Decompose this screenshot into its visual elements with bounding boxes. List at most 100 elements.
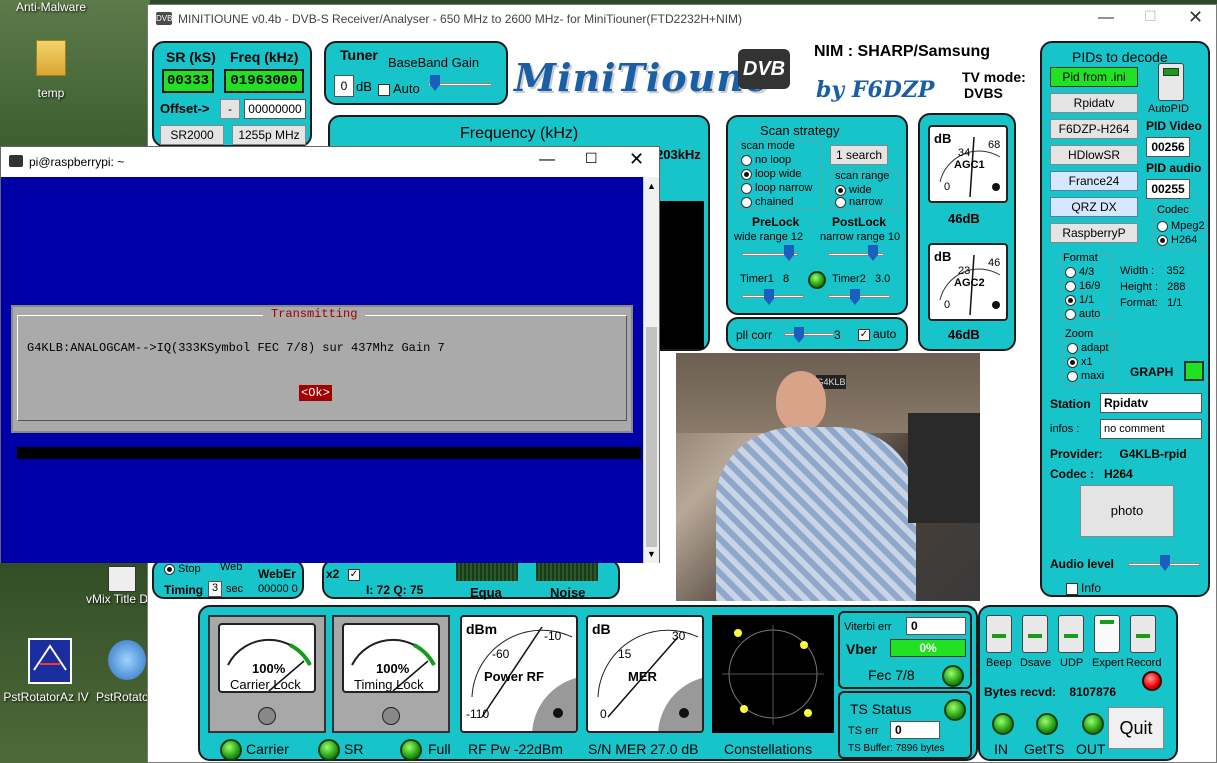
x2-checkbox[interactable]: ✓ (348, 567, 363, 581)
photo-button[interactable]: photo (1080, 485, 1174, 537)
timer1-thumb[interactable] (764, 289, 774, 305)
wide-range-thumb[interactable] (784, 245, 794, 261)
format-auto[interactable]: auto (1065, 308, 1100, 320)
timing-pct: 100% (376, 661, 410, 676)
desktop-icon-vmix-label[interactable]: vMix Title Designer (86, 592, 150, 606)
scan-mode-no-loop[interactable]: no loop (741, 154, 791, 166)
power-tick-m110: -110 (466, 707, 490, 721)
close-icon[interactable]: ✕ (1188, 7, 1203, 28)
folder-icon[interactable] (36, 40, 66, 76)
scan-strategy-panel: Scan strategy scan mode no loop loop wid… (726, 115, 908, 315)
station-label: Station (1050, 397, 1091, 411)
scan-mode-loop-narrow[interactable]: loop narrow (741, 182, 812, 194)
autopid-toggle[interactable] (1158, 63, 1184, 101)
iq-values: I: 72 Q: 75 (366, 583, 424, 597)
scroll-down-icon[interactable]: ▼ (647, 549, 656, 559)
udp-toggle[interactable] (1058, 615, 1084, 653)
stop-radio[interactable]: Stop (164, 563, 201, 575)
postlock-label: PostLock (832, 215, 887, 229)
scroll-up-icon[interactable]: ▲ (647, 181, 656, 191)
scroll-thumb[interactable] (646, 327, 657, 547)
desktop-label-antimalware: Anti-Malware (16, 0, 87, 14)
ok-button[interactable]: <Ok> (299, 385, 332, 401)
codec-h264[interactable]: H264 (1157, 234, 1197, 246)
narrow-range-thumb[interactable] (868, 245, 878, 261)
info-checkbox[interactable]: Info (1066, 581, 1101, 595)
pstrotator-icon[interactable] (28, 638, 72, 684)
pid-qrzdx-button[interactable]: QRZ DX (1050, 197, 1138, 217)
vmix-icon[interactable] (108, 566, 136, 592)
record-toggle[interactable] (1130, 615, 1156, 653)
terminal-close-icon[interactable]: ✕ (629, 149, 644, 170)
mer-tick-30: 30 (672, 629, 686, 643)
format-43[interactable]: 4/3 (1065, 266, 1094, 278)
equa-graph (456, 563, 518, 581)
timer2-thumb[interactable] (850, 289, 860, 305)
terminal-body[interactable]: Transmitting G4KLB:ANALOGCAM-->IQ(333KSy… (1, 177, 643, 563)
scan-range-wide[interactable]: wide (835, 184, 872, 196)
wide-range-label: wide range 12 (734, 231, 804, 243)
station-input[interactable]: Rpidatv (1100, 393, 1202, 413)
scan-mode-loop-wide[interactable]: loop wide (741, 168, 801, 180)
satellite-dish-icon[interactable] (108, 640, 146, 680)
infos-input[interactable]: no comment (1100, 419, 1202, 439)
format-11[interactable]: 1/1 (1065, 294, 1094, 306)
audio-level-label: Audio level (1050, 557, 1115, 571)
timing-label: Timing (164, 583, 204, 597)
format-169[interactable]: 16/9 (1065, 280, 1100, 292)
codec-mpeg2[interactable]: Mpeg2 (1157, 220, 1205, 232)
timing-input[interactable]: 3 (208, 581, 222, 597)
beep-toggle[interactable] (986, 615, 1012, 653)
scan-mode-chained[interactable]: chained (741, 196, 794, 208)
terminal-scrollbar[interactable]: ▲ ▼ (643, 177, 659, 563)
pll-auto-checkbox[interactable]: ✓ auto (858, 327, 896, 341)
zoom-adapt[interactable]: adapt (1067, 342, 1109, 354)
baseband-db-input[interactable]: 0 (334, 75, 354, 97)
carrier-knob[interactable] (258, 707, 276, 725)
expert-toggle[interactable] (1094, 615, 1120, 653)
pid-from-ini-button[interactable]: Pid from .ini (1050, 67, 1138, 87)
pid-f6dzp-button[interactable]: F6DZP-H264 (1050, 119, 1138, 139)
agc2-label: AGC2 (954, 277, 985, 289)
desktop-icon-pstrotator2-label[interactable]: PstRotato... (96, 690, 150, 704)
frequency-partial: 203kHz (656, 147, 701, 162)
timing-knob[interactable] (382, 707, 400, 725)
minimize-icon[interactable]: — (1098, 9, 1114, 27)
quit-button[interactable]: Quit (1108, 707, 1164, 749)
offset-value[interactable]: 00000000 (244, 99, 306, 119)
scan-range-narrow[interactable]: narrow (835, 196, 883, 208)
graph-toggle[interactable] (1184, 361, 1204, 381)
pll-slider[interactable] (784, 333, 834, 336)
person-head (776, 371, 826, 431)
mer-tick-15: 15 (618, 647, 632, 661)
one-search-button[interactable]: 1 search (830, 145, 888, 165)
zoom-maxi[interactable]: maxi (1067, 370, 1104, 382)
maximize-icon[interactable]: ☐ (1144, 8, 1157, 25)
pid-raspberryp-button[interactable]: RaspberryP (1050, 223, 1138, 243)
height-info: Height : 288 (1120, 281, 1186, 293)
audio-level-thumb[interactable] (1160, 555, 1170, 571)
sr2000-button[interactable]: SR2000 (160, 125, 224, 145)
pid-audio-input[interactable]: 00255 (1146, 179, 1190, 199)
pid-rpidatv-button[interactable]: Rpidatv (1050, 93, 1138, 113)
zoom-x1[interactable]: x1 (1067, 356, 1093, 368)
pll-thumb[interactable] (794, 327, 804, 343)
offset-sign-button[interactable]: - (220, 99, 240, 119)
desktop-icon-temp-label[interactable]: temp (14, 86, 88, 100)
desktop-icon-pstrotator-label[interactable]: PstRotatorAz IV (0, 690, 92, 704)
constellation-display (712, 615, 834, 733)
1255-button[interactable]: 1255p MHz (232, 125, 306, 145)
pid-video-input[interactable]: 00256 (1146, 137, 1190, 157)
beep-label: Beep (986, 657, 1012, 669)
carrier-lock-label: Carrier Lock (230, 677, 301, 692)
terminal-maximize-icon[interactable]: ☐ (585, 150, 598, 167)
pid-france24-button[interactable]: France24 (1050, 171, 1138, 191)
baseband-slider-thumb[interactable] (430, 75, 440, 91)
terminal-minimize-icon[interactable]: — (539, 151, 555, 169)
fec-led (942, 665, 964, 687)
auto-checkbox[interactable]: Auto (378, 81, 420, 96)
dsave-toggle[interactable] (1022, 615, 1048, 653)
freq-value[interactable]: 01963000 (224, 69, 304, 93)
sr-value[interactable]: 00333 (162, 69, 214, 93)
pid-hdlowsr-button[interactable]: HDlowSR (1050, 145, 1138, 165)
